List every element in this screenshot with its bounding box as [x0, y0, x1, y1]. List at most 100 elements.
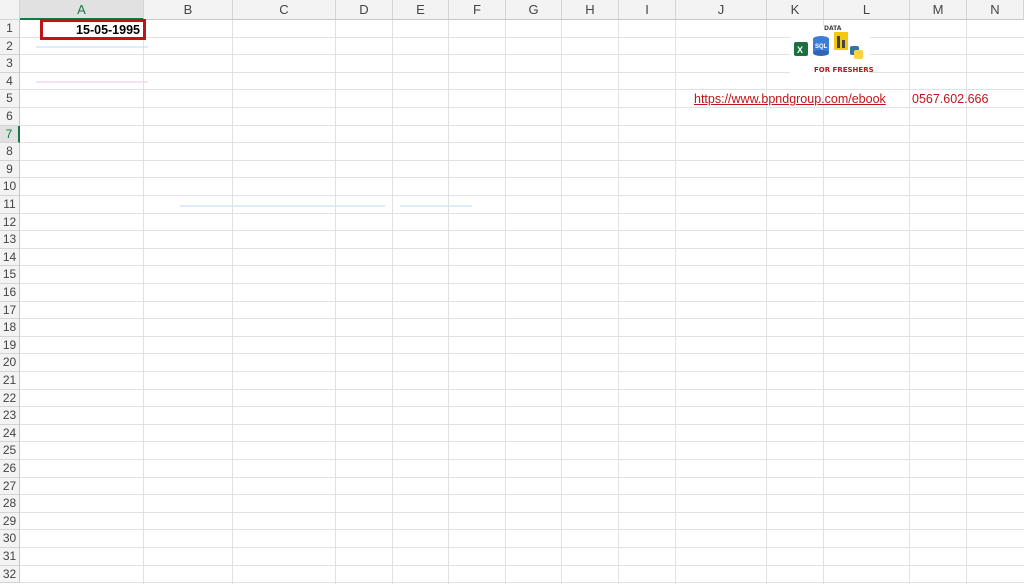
row-gridline [20, 459, 1024, 460]
powerbi-icon [834, 32, 848, 50]
row-header-27[interactable]: 27 [0, 477, 20, 496]
row-gridline [20, 511, 1024, 513]
row-header-25[interactable]: 25 [0, 442, 20, 460]
row-header-16[interactable]: 16 [0, 284, 20, 302]
row-header-10[interactable]: 10 [0, 178, 20, 196]
cell-a1-selected[interactable]: 15-05-1995 [40, 19, 146, 40]
logo-icons: X SQL [794, 32, 863, 59]
row-gridline [20, 441, 1024, 443]
row-header-29[interactable]: 29 [0, 512, 20, 531]
column-gridline [448, 20, 449, 584]
row-header-26[interactable]: 26 [0, 460, 20, 478]
spreadsheet-grid[interactable]: A B C D E F G H I J K L M N 1 2 3 4 5 6 7 8 9 10 1… [0, 0, 1024, 584]
column-header-d[interactable]: D [336, 0, 393, 20]
row-gridline [20, 195, 1024, 196]
faint-artifact [36, 46, 148, 48]
row-header-31[interactable]: 31 [0, 548, 20, 566]
row-gridline [20, 54, 1024, 56]
data-for-freshers-logo: DATA X SQL FOR FRESHERS [790, 25, 874, 76]
sql-icon: SQL [813, 36, 829, 56]
column-gridline [335, 20, 336, 584]
column-gridline [618, 20, 619, 584]
row-header-5[interactable]: 5 [0, 90, 20, 108]
row-gridline [20, 318, 1024, 320]
column-header-m[interactable]: M [910, 0, 967, 20]
row-header-2[interactable]: 2 [0, 37, 20, 56]
row-gridline [20, 265, 1024, 267]
row-header-4[interactable]: 4 [0, 72, 20, 91]
phone-number-cell: 0567.602.666 [912, 92, 989, 106]
row-gridline [20, 177, 1024, 179]
column-gridline [392, 20, 393, 584]
row-header-9[interactable]: 9 [0, 160, 20, 179]
column-header-i[interactable]: I [619, 0, 676, 20]
row-gridline [20, 212, 1024, 214]
row-gridline [20, 406, 1024, 408]
python-icon [850, 46, 863, 59]
faint-artifact [400, 205, 472, 207]
column-header-g[interactable]: G [506, 0, 562, 20]
ebook-link[interactable]: https://www.bpndgroup.com/ebook [694, 92, 886, 106]
svg-text:SQL: SQL [815, 44, 828, 50]
row-header-15[interactable]: 15 [0, 266, 20, 284]
row-gridline [20, 388, 1024, 390]
row-gridline [20, 107, 1024, 108]
column-header-f[interactable]: F [449, 0, 506, 20]
column-header-e[interactable]: E [393, 0, 449, 20]
column-header-n[interactable]: N [967, 0, 1024, 20]
row-gridline [20, 423, 1024, 425]
row-gridline [20, 335, 1024, 337]
row-header-23[interactable]: 23 [0, 407, 20, 425]
row-header-32[interactable]: 32 [0, 565, 20, 584]
faint-artifact [36, 81, 148, 83]
row-header-1[interactable]: 1 [0, 20, 20, 38]
row-header-14[interactable]: 14 [0, 248, 20, 267]
logo-caption: FOR FRESHERS [814, 66, 874, 74]
row-header-20[interactable]: 20 [0, 354, 20, 372]
row-gridline [20, 36, 1024, 38]
column-header-k[interactable]: K [767, 0, 824, 20]
row-gridline [20, 247, 1024, 249]
column-gridline [143, 20, 144, 584]
row-header-28[interactable]: 28 [0, 495, 20, 513]
row-gridline [20, 529, 1024, 531]
row-gridline [20, 476, 1024, 478]
row-header-17[interactable]: 17 [0, 301, 20, 320]
row-gridline [20, 564, 1024, 566]
row-gridline [20, 353, 1024, 355]
logo-top-text: DATA [824, 25, 842, 32]
row-header-11[interactable]: 11 [0, 196, 20, 214]
row-header-3[interactable]: 3 [0, 55, 20, 73]
column-gridline [232, 20, 233, 584]
column-gridline [505, 20, 506, 584]
row-header-22[interactable]: 22 [0, 389, 20, 408]
row-gridline [20, 142, 1024, 144]
column-gridline [909, 20, 910, 584]
row-header-7[interactable]: 7 [0, 125, 20, 144]
row-gridline [20, 230, 1024, 232]
row-header-6[interactable]: 6 [0, 108, 20, 126]
row-gridline [20, 124, 1024, 126]
row-header-19[interactable]: 19 [0, 336, 20, 355]
column-header-l[interactable]: L [824, 0, 910, 20]
select-all-corner[interactable] [0, 0, 20, 20]
row-header-30[interactable]: 30 [0, 530, 20, 548]
column-header-h[interactable]: H [562, 0, 619, 20]
faint-artifact [180, 205, 385, 207]
column-header-a[interactable]: A [20, 0, 144, 20]
row-gridline [20, 371, 1024, 372]
row-header-12[interactable]: 12 [0, 213, 20, 232]
row-header-24[interactable]: 24 [0, 424, 20, 443]
row-gridline [20, 547, 1024, 548]
row-gridline [20, 283, 1024, 284]
column-header-j[interactable]: J [676, 0, 767, 20]
row-gridline [20, 494, 1024, 496]
row-header-21[interactable]: 21 [0, 372, 20, 390]
column-header-b[interactable]: B [144, 0, 233, 20]
row-header-13[interactable]: 13 [0, 231, 20, 249]
column-header-c[interactable]: C [233, 0, 336, 20]
row-header-8[interactable]: 8 [0, 143, 20, 161]
row-header-18[interactable]: 18 [0, 319, 20, 337]
row-gridline [20, 300, 1024, 302]
excel-icon: X [794, 42, 808, 56]
